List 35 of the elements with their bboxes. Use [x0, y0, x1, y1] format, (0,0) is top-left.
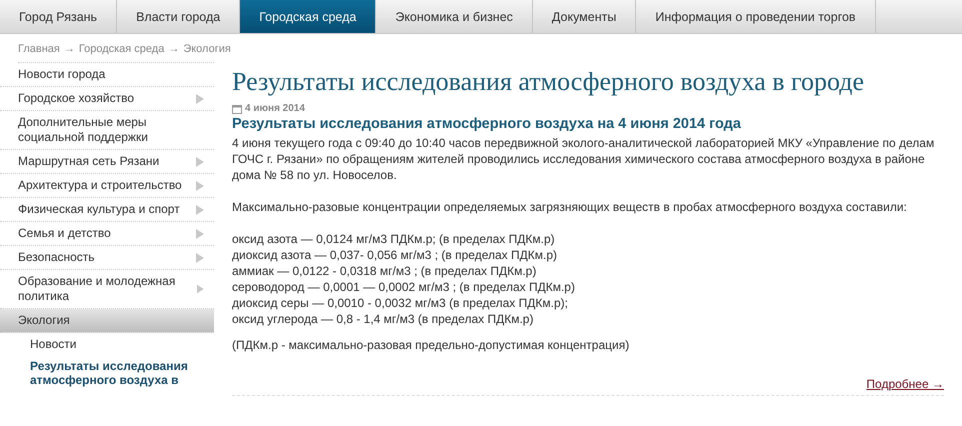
measurement-line: диоксид азота — 0,037- 0,056 мг/м3 ; (в пределах ПДКм.р) — [232, 247, 558, 263]
article-date: 4 июня 2014 — [245, 103, 305, 114]
page-title: Результаты исследования атмосферного воздуха в городе — [232, 67, 866, 97]
nav-tab[interactable]: Информация о проведении торгов — [636, 0, 876, 33]
article-paragraph: 4 июня текущего года с 09:40 до 10:40 часов передвижной эколого-аналитической лабораторией МКУ «Управление по делам ГОЧС г. Рязани» по обращениям жителей проводились исследования химического состава атмосферного воздуха в районе дома № 58 по ул. Новоселов. — [232, 135, 936, 183]
more-link[interactable]: Подробнее → — [866, 377, 944, 391]
sidebar-item[interactable]: Новости города — [0, 63, 214, 87]
note-text: (ПДКм.р - максимально-разовая предельно-допустимая концентрация) — [232, 337, 630, 353]
breadcrumb-arrow: → — [168, 43, 180, 55]
measurement-line: аммиак — 0,0122 - 0,0318 мг/м3 ; (в пределах ПДКм.р) — [232, 263, 538, 279]
nav-tab[interactable]: Документы — [532, 0, 636, 33]
nav-tab[interactable]: Городская среда — [240, 0, 376, 33]
sidebar-item[interactable]: Семья и детство — [0, 222, 214, 246]
article-title: Результаты исследования атмосферного воздуха на 4 июня 2014 года — [232, 116, 742, 132]
breadcrumb-link[interactable]: Экология — [183, 43, 231, 55]
sidebar-item[interactable]: Маршрутная сеть Рязани — [0, 150, 214, 174]
measurement-line: диоксид серы — 0,0010 - 0,0032 мг/м3 (в пределах ПДКм.р); — [232, 295, 569, 311]
sidebar-item[interactable]: Безопасность — [0, 246, 214, 270]
nav-tab[interactable]: Экономика и бизнес — [376, 0, 533, 33]
sidebar-item[interactable]: Городское хозяйство — [0, 87, 214, 111]
breadcrumb-arrow: → — [64, 43, 75, 55]
sidebar-item[interactable]: Архитектура и строительство — [0, 174, 214, 198]
breadcrumb-link[interactable]: Главная — [18, 43, 60, 55]
measurement-line: сероводород — 0,0001 — 0,0002 мг/м3 ; (в пределах ПДКм.р) — [232, 279, 576, 295]
sidebar-subitem[interactable]: Результаты исследования атмосферного воздуха в — [0, 355, 214, 391]
sidebar-item[interactable]: Физическая культура и спорт — [0, 198, 214, 222]
article-paragraph: Максимально-разовые концентрации определяемых загрязняющих веществ в пробах атмосферного воздуха составили: — [232, 199, 908, 215]
sidebar-subitem[interactable]: Новости — [0, 333, 214, 355]
breadcrumb-link[interactable]: Городская среда — [78, 43, 164, 55]
sidebar-item[interactable]: Дополнительные меры социальной поддержки — [0, 111, 214, 150]
sidebar-item[interactable]: Экология — [0, 309, 214, 333]
calendar-icon — [232, 104, 242, 114]
measurement-line: оксид углерода — 0,8 - 1,4 мг/м3 (в пределах ПДКм.р) — [232, 311, 534, 327]
measurement-line: оксид азота — 0,0124 мг/м3 ПДКм.р; (в пределах ПДКм.р) — [232, 231, 556, 247]
nav-tab[interactable]: Город Рязань — [0, 0, 118, 33]
